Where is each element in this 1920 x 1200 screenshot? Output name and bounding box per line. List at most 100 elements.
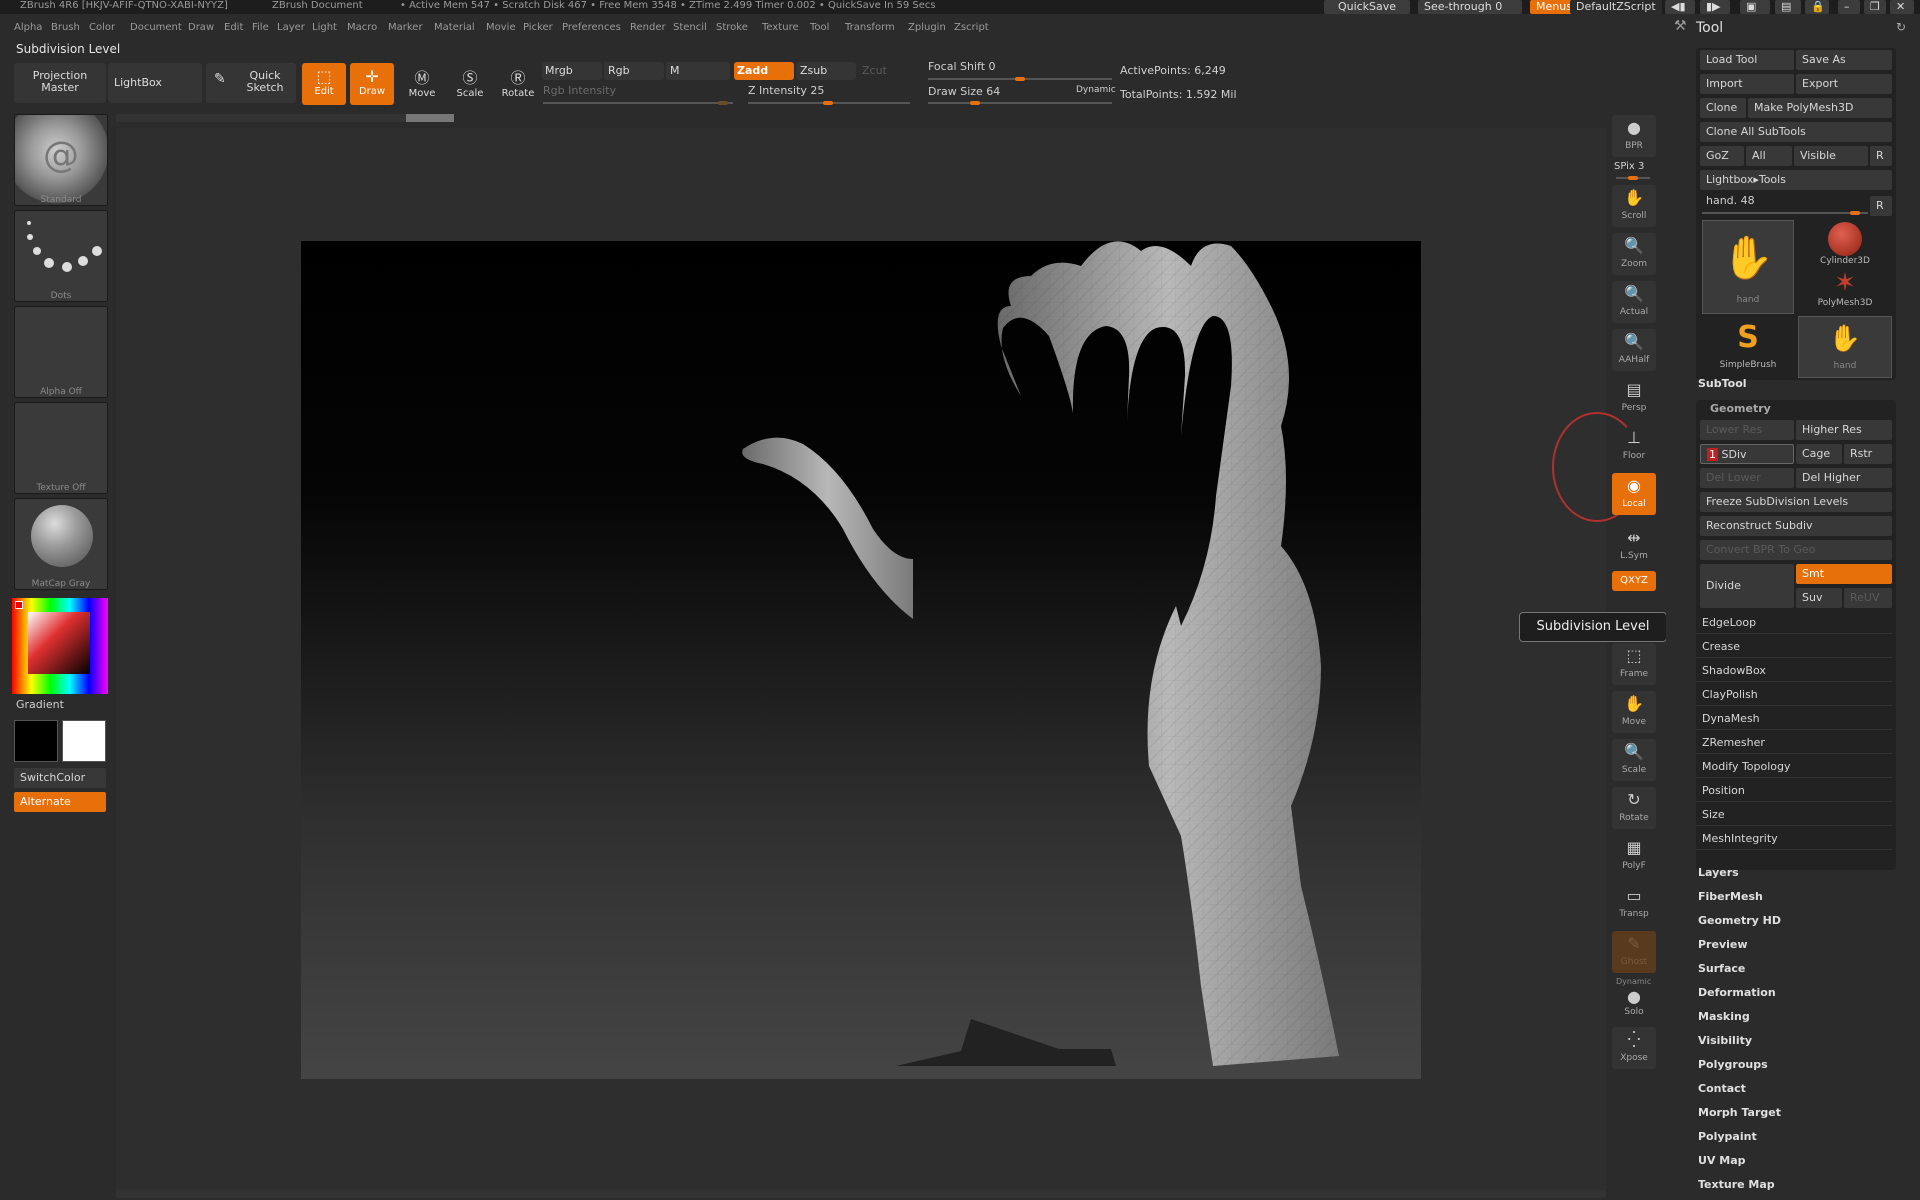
z-intensity-slider[interactable] <box>748 101 910 105</box>
reconstruct-subdiv-button[interactable]: Reconstruct Subdiv <box>1700 516 1892 536</box>
rotate-button[interactable]: Ⓡ Rotate <box>496 63 540 105</box>
see-through-slider[interactable]: See-through 0 <box>1418 0 1522 14</box>
draw-size-slider[interactable] <box>928 101 1112 105</box>
goz-all-button[interactable]: All <box>1746 146 1792 166</box>
scale-view-button[interactable]: 🔍 Scale <box>1612 739 1656 781</box>
save-as-button[interactable]: Save As <box>1796 50 1892 70</box>
rgb-button[interactable]: Rgb <box>604 62 664 80</box>
menu-picker[interactable]: Picker <box>523 22 553 33</box>
section-deformation[interactable]: Deformation <box>1698 986 1776 999</box>
convert-bpr-button[interactable]: Convert BPR To Geo <box>1700 540 1892 560</box>
section-texture-map[interactable]: Texture Map <box>1698 1178 1775 1191</box>
export-button[interactable]: Export <box>1796 74 1892 94</box>
import-button[interactable]: Import <box>1700 74 1794 94</box>
tool-slider-knob[interactable] <box>1850 211 1860 215</box>
color-picker[interactable] <box>12 598 108 694</box>
close-icon[interactable]: ✕ <box>1890 0 1914 14</box>
section-polypaint[interactable]: Polypaint <box>1698 1130 1757 1143</box>
section-preview[interactable]: Preview <box>1698 938 1748 951</box>
m-button[interactable]: M <box>666 62 730 80</box>
del-lower-button[interactable]: Del Lower <box>1700 468 1794 488</box>
load-tool-button[interactable]: Load Tool <box>1700 50 1794 70</box>
stroke-thumbnail[interactable]: Dots <box>14 210 108 302</box>
menu-zplugin[interactable]: Zplugin <box>908 22 946 33</box>
maximize-icon[interactable]: ❐ <box>1864 0 1886 14</box>
divide-button[interactable]: Divide <box>1700 564 1794 608</box>
quick-sketch-button[interactable]: ✎ Quick Sketch <box>206 63 296 103</box>
goz-r-button[interactable]: R <box>1870 146 1892 166</box>
lightbox-tools-button[interactable]: Lightbox▸Tools <box>1700 170 1892 190</box>
xyz-button[interactable]: QXYZ <box>1612 571 1656 591</box>
main-color-swatch[interactable] <box>14 720 58 762</box>
menu-layer[interactable]: Layer <box>277 22 305 33</box>
menu-marker[interactable]: Marker <box>388 22 423 33</box>
bpr-button[interactable]: ● BPR <box>1612 115 1656 157</box>
canvas-scrollbar[interactable] <box>116 114 406 122</box>
rstr-button[interactable]: Rstr <box>1844 444 1892 464</box>
aahalf-button[interactable]: 🔍 AAHalf <box>1612 329 1656 371</box>
layout2-icon[interactable]: ▤ <box>1775 0 1801 14</box>
section-contact[interactable]: Contact <box>1698 1082 1746 1095</box>
canvas-scroll-thumb[interactable] <box>406 114 454 122</box>
actual-button[interactable]: 🔍 Actual <box>1612 281 1656 323</box>
section-layers[interactable]: Layers <box>1698 866 1739 879</box>
panel-refresh-icon[interactable]: ↻ <box>1896 20 1906 34</box>
zcut-button[interactable]: Zcut <box>858 62 912 80</box>
menu-render[interactable]: Render <box>630 22 666 33</box>
polyf-button[interactable]: ▦ PolyF <box>1612 835 1656 877</box>
make-polymesh-button[interactable]: Make PolyMesh3D <box>1748 98 1892 118</box>
geo-dynamesh[interactable]: DynaMesh <box>1696 708 1892 730</box>
frame-button[interactable]: ⬚ Frame <box>1612 643 1656 685</box>
zsub-button[interactable]: Zsub <box>796 62 856 80</box>
focal-shift-slider[interactable] <box>928 77 1112 81</box>
geo-size[interactable]: Size <box>1696 804 1892 826</box>
canvas-hscrollbar[interactable] <box>116 1190 1606 1198</box>
edit-button[interactable]: ⬚ Edit <box>302 63 346 105</box>
menu-document[interactable]: Document <box>130 22 182 33</box>
section-fibermesh[interactable]: FiberMesh <box>1698 890 1763 903</box>
layout-icon[interactable]: ▣ <box>1740 0 1770 14</box>
section-polygroups[interactable]: Polygroups <box>1698 1058 1768 1071</box>
geo-shadowbox[interactable]: ShadowBox <box>1696 660 1892 682</box>
geo-edgeloop[interactable]: EdgeLoop <box>1696 612 1892 634</box>
reuv-button[interactable]: ReUV <box>1844 588 1892 608</box>
local-button[interactable]: ◉ Local <box>1612 473 1656 515</box>
menu-texture[interactable]: Texture <box>762 22 799 33</box>
geo-crease[interactable]: Crease <box>1696 636 1892 658</box>
quicksave-button[interactable]: QuickSave <box>1324 0 1410 14</box>
rotate-view-button[interactable]: ↻ Rotate <box>1612 787 1656 829</box>
menu-stroke[interactable]: Stroke <box>716 22 748 33</box>
geo-position[interactable]: Position <box>1696 780 1892 802</box>
dynamic-toggle[interactable]: Dynamic <box>1076 85 1116 95</box>
menu-brush[interactable]: Brush <box>51 22 80 33</box>
minimize-icon[interactable]: – <box>1838 0 1860 14</box>
goz-button[interactable]: GoZ <box>1700 146 1744 166</box>
subtool-section[interactable]: SubTool <box>1698 377 1747 390</box>
mrgb-button[interactable]: Mrgb <box>542 62 602 80</box>
move-view-button[interactable]: ✋ Move <box>1612 691 1656 733</box>
clone-all-subtools-button[interactable]: Clone All SubTools <box>1700 122 1892 142</box>
scroll-left-icon[interactable]: ◀▮ <box>1665 0 1695 14</box>
brush-thumbnail[interactable]: @ Standard <box>14 114 108 206</box>
section-visibility[interactable]: Visibility <box>1698 1034 1752 1047</box>
lower-res-button[interactable]: Lower Res <box>1700 420 1794 440</box>
persp-button[interactable]: ▤ Persp <box>1612 377 1656 419</box>
rgb-intensity-slider[interactable] <box>543 101 733 105</box>
sdiv-slider[interactable]: 1 SDiv <box>1700 444 1794 464</box>
tool-thumb-hand2[interactable]: ✋ hand <box>1798 316 1892 378</box>
higher-res-button[interactable]: Higher Res <box>1796 420 1892 440</box>
lock-icon[interactable]: 🔒 <box>1805 0 1829 14</box>
menu-transform[interactable]: Transform <box>845 22 895 33</box>
projection-master-button[interactable]: Projection Master <box>14 63 106 103</box>
zadd-button[interactable]: Zadd <box>734 62 794 80</box>
tool-thumb-hand[interactable]: ✋ hand <box>1702 220 1794 314</box>
menu-color[interactable]: Color <box>89 22 115 33</box>
section-surface[interactable]: Surface <box>1698 962 1745 975</box>
menu-file[interactable]: File <box>252 22 269 33</box>
menu-alpha[interactable]: Alpha <box>14 22 42 33</box>
spix-knob[interactable] <box>1628 176 1638 180</box>
menu-draw[interactable]: Draw <box>188 22 214 33</box>
smt-toggle[interactable]: Smt <box>1796 564 1892 584</box>
draw-size-knob[interactable] <box>970 101 980 105</box>
default-zscript-button[interactable]: DefaultZScript <box>1570 0 1662 14</box>
